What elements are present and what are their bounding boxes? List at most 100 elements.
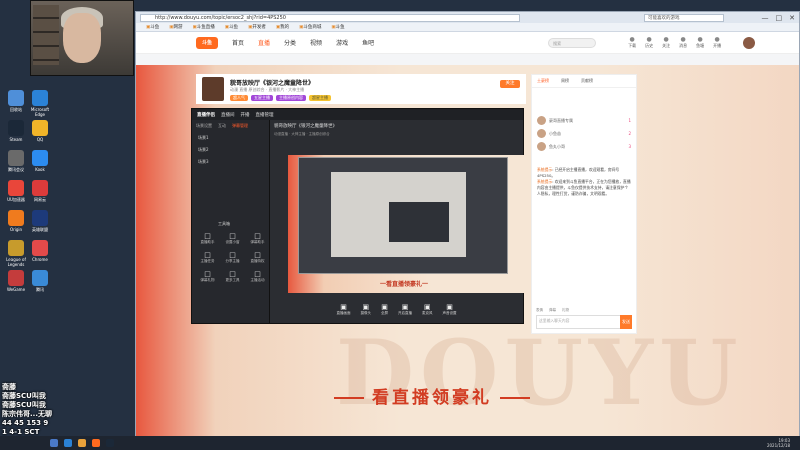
bookmark[interactable]: 斗鱼 xyxy=(225,24,238,30)
desktop-icon[interactable]: Origin xyxy=(4,210,28,232)
danmu-button[interactable]: 弹幕 xyxy=(549,308,556,313)
send-button[interactable]: 发送 xyxy=(620,315,632,329)
streamer-face xyxy=(63,13,101,63)
desktop-icon[interactable]: QQ xyxy=(28,120,52,142)
embed-menu-item[interactable]: 直播间 xyxy=(221,112,235,118)
embed-tab[interactable]: 弹幕管理 xyxy=(232,123,248,129)
download-icon[interactable]: 下载 xyxy=(628,36,636,49)
tool-item[interactable]: 主播活动 xyxy=(246,270,269,283)
desktop-icon[interactable]: 腾讯 xyxy=(28,270,52,292)
tool-item[interactable]: 主播任务 xyxy=(196,251,219,264)
tool-item[interactable]: 弹幕助手 xyxy=(246,232,269,245)
desktop-icon[interactable]: 网易云 xyxy=(28,180,52,202)
recycle-bin-icon xyxy=(8,90,24,106)
steam-icon[interactable] xyxy=(106,439,114,447)
system-clock[interactable]: 19:03 2021/12/18 xyxy=(767,438,800,448)
scene-item[interactable]: 场景3 xyxy=(192,156,269,168)
stream-preview[interactable]: 一看直播领豪礼一 xyxy=(288,155,528,293)
douyu-icon[interactable] xyxy=(92,439,100,447)
bookmark[interactable]: 我的 xyxy=(276,24,289,30)
embed-controls: 直播画面 摄像头 全屏 开启直播 麦克风 声音设置 xyxy=(270,295,523,323)
douyu-logo[interactable]: 斗鱼 xyxy=(196,36,218,49)
nav-yuba[interactable]: 鱼吧 xyxy=(362,38,374,47)
message-icon[interactable]: 消息 xyxy=(679,36,687,49)
scene-item[interactable]: 场景2 xyxy=(192,144,269,156)
desktop-icon[interactable]: League of Legends xyxy=(4,240,28,267)
desktop-icon[interactable]: 英雄联盟 xyxy=(28,210,52,232)
nav-video[interactable]: 视频 xyxy=(310,38,322,47)
bookmark[interactable]: 斗鱼 xyxy=(331,24,345,30)
bookmark[interactable]: 斗鱼 xyxy=(146,24,159,30)
desktop-icon[interactable]: Chrome xyxy=(28,240,52,262)
follow-button[interactable]: 关注 xyxy=(500,80,520,88)
desktop-icon[interactable]: Kook xyxy=(28,150,52,172)
tag-badge: 超人气 xyxy=(230,95,248,101)
folder-icon[interactable] xyxy=(78,439,86,447)
rank-name: 豪哥直播专属 xyxy=(549,117,573,123)
control-button[interactable]: 摄像头 xyxy=(361,303,372,316)
embed-tab[interactable]: 场景设置 xyxy=(196,123,212,129)
site-search-input[interactable]: 搜索 xyxy=(548,37,597,48)
music-icon xyxy=(32,180,48,196)
tool-item[interactable]: 直播助手 xyxy=(196,232,219,245)
scene-item[interactable]: 场景1 xyxy=(192,132,269,144)
nav-live[interactable]: 直播 xyxy=(258,38,270,47)
embed-topbar: 直播伴侣 直播间 开播 直播管理 xyxy=(192,109,523,120)
browser-titlebar: http://www.douyu.com/topic/ersoc2_shj?ri… xyxy=(117,12,799,23)
control-button[interactable]: 麦克风 xyxy=(422,303,433,316)
gift-button[interactable]: 礼物 xyxy=(562,308,569,313)
rank-row[interactable]: 鱼丸小哥 3 xyxy=(532,140,636,153)
chat-input[interactable]: 这里输入聊天内容 xyxy=(536,315,632,329)
rank-tab[interactable]: 贡献榜 xyxy=(581,78,593,84)
app-icon xyxy=(32,270,48,286)
rank-row[interactable]: 小鱼苗 2 xyxy=(532,127,636,140)
control-button[interactable]: 声音设置 xyxy=(443,303,457,316)
close-icon[interactable]: ✕ xyxy=(789,14,795,22)
history-icon[interactable]: 历史 xyxy=(645,36,653,49)
bookmark[interactable]: 斗鱼商城 xyxy=(299,24,321,30)
desktop-icon[interactable]: 腾讯会议 xyxy=(4,150,28,172)
nav-category[interactable]: 分类 xyxy=(284,38,296,47)
streamer-avatar[interactable] xyxy=(202,77,224,101)
webcam-overlay xyxy=(30,0,134,76)
start-icon[interactable] xyxy=(50,439,58,447)
desktop-icon[interactable]: UU加速器 xyxy=(4,180,28,202)
tool-item[interactable]: 直播特权 xyxy=(246,251,269,264)
follow-icon[interactable]: 关注 xyxy=(662,36,670,49)
control-button[interactable]: 开启直播 xyxy=(398,303,412,316)
avatar[interactable] xyxy=(743,36,756,49)
embed-tab[interactable]: 互动 xyxy=(218,123,226,129)
bookmark[interactable]: 开发者 xyxy=(248,24,266,30)
control-button[interactable]: 全屏 xyxy=(381,303,388,316)
nav-games[interactable]: 游戏 xyxy=(336,38,348,47)
desktop-icon[interactable]: WeGame xyxy=(4,270,28,292)
app-icon xyxy=(8,150,24,166)
tool-item[interactable]: 分享主播 xyxy=(221,251,244,264)
desktop-icon[interactable]: Steam xyxy=(4,120,28,142)
edge-icon[interactable] xyxy=(64,439,72,447)
rank-tab[interactable]: 周榜 xyxy=(561,78,569,84)
emoji-button[interactable]: 表情 xyxy=(536,308,543,313)
fishpond-icon[interactable]: 鱼塘 xyxy=(696,36,704,49)
bookmark[interactable]: 网游 xyxy=(169,24,183,30)
tool-item[interactable]: 弹幕礼物 xyxy=(196,270,219,283)
address-bar[interactable]: http://www.douyu.com/topic/ersoc2_shj?ri… xyxy=(117,13,520,22)
minimize-icon[interactable]: — xyxy=(762,14,769,22)
tool-item[interactable]: 设置小窗 xyxy=(221,232,244,245)
desktop-icon[interactable]: Microsoft Edge xyxy=(28,90,52,117)
rank-row[interactable]: 豪哥直播专属 1 xyxy=(532,114,636,127)
embed-sidebar: 场景设置 互动 弹幕管理 场景1 场景2 场景3 工具箱 直播助手 设置小窗 弹… xyxy=(192,120,270,323)
embed-brand: 直播伴侣 xyxy=(197,112,215,118)
nav-home[interactable]: 首页 xyxy=(232,38,244,47)
tool-item[interactable]: 更多工具 xyxy=(221,270,244,283)
broadcast-icon[interactable]: 开播 xyxy=(713,36,721,49)
maximize-icon[interactable]: □ xyxy=(776,14,783,22)
desktop-icon[interactable]: 回收站 xyxy=(4,90,28,112)
overlay-chat-line: 斋藤SCU叫我 xyxy=(2,392,46,400)
embed-menu-item[interactable]: 开播 xyxy=(241,112,250,118)
rank-tab[interactable]: 土豪榜 xyxy=(537,78,549,84)
browser-search-box[interactable]: 可能喜欢的游戏 xyxy=(644,13,724,22)
control-button[interactable]: 直播画面 xyxy=(337,303,351,316)
bookmark[interactable]: 斗鱼直播 xyxy=(193,24,215,30)
embed-menu-item[interactable]: 直播管理 xyxy=(256,112,274,118)
